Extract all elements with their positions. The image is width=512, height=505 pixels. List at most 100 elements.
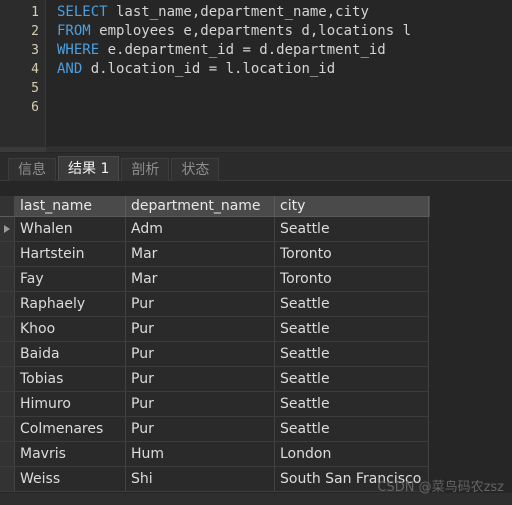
table-cell[interactable]: Fay [15,267,126,292]
table-cell[interactable]: Seattle [275,317,429,342]
table-cell[interactable]: Shi [126,467,275,492]
code-line[interactable]: 4 AND d.location_id = l.location_id [0,60,512,79]
row-marker[interactable] [0,367,15,392]
code-line[interactable]: 2 FROM employees e,departments d,location… [0,22,512,41]
line-number: 2 [31,24,39,39]
result-grid-footer [0,493,512,505]
code-line-text: AND d.location_id = l.location_id [46,60,335,79]
row-marker[interactable] [0,392,15,417]
table-cell[interactable]: Pur [126,417,275,442]
result-tab-list: 信息 结果 1 剖析 状态 [0,153,512,181]
result-tab[interactable]: 状态 [171,158,220,181]
editor-hscrollbar-track[interactable] [46,147,512,152]
table-cell[interactable]: London [275,442,429,467]
table-cell[interactable]: Pur [126,367,275,392]
table-cell[interactable]: Pur [126,292,275,317]
table-cell[interactable]: Hum [126,442,275,467]
table-cell[interactable]: Raphaely [15,292,126,317]
sql-keyword: FROM [57,23,91,39]
table-cell[interactable]: Pur [126,392,275,417]
table-row[interactable]: Mavris Hum London [0,442,430,467]
table-row[interactable]: Weiss Shi South San Francisco [0,467,430,492]
editor-hscrollbar-thumb[interactable] [0,147,46,152]
line-number: 6 [31,100,39,115]
column-header[interactable]: department_name [126,196,275,217]
table-cell[interactable]: Toronto [275,242,429,267]
table-row[interactable]: Khoo Pur Seattle [0,317,430,342]
code-line-text: FROM employees e,departments d,locations… [46,22,411,41]
table-cell[interactable]: Seattle [275,217,429,242]
line-number: 5 [31,81,39,96]
sql-expression: employees e,departments d,locations l [90,23,412,39]
table-cell[interactable]: Hartstein [15,242,126,267]
sql-expression: last_name,department_name,city [107,4,369,20]
code-line[interactable]: 5 [0,79,512,98]
row-marker[interactable] [0,442,15,467]
sql-keyword: AND [57,61,83,77]
sql-keyword: SELECT [57,4,108,20]
table-cell[interactable]: South San Francisco [275,467,429,492]
code-line[interactable]: 3 WHERE e.department_id = d.department_id [0,41,512,60]
sql-client-window: 1 SELECT last_name,department_name,city 2 F… [0,0,512,505]
row-marker[interactable] [0,417,15,442]
row-marker[interactable] [0,242,15,267]
sql-expression: d.location_id = l.location_id [82,61,336,77]
result-grid[interactable]: last_name department_name city Whalen Adm Sea… [0,181,512,505]
grid-header-row: last_name department_name city [0,196,430,217]
row-marker[interactable] [0,292,15,317]
code-line[interactable]: 1 SELECT last_name,department_name,city [0,3,512,22]
code-line[interactable]: 6 [0,98,512,117]
line-number: 1 [31,5,39,20]
sql-editor-pane[interactable]: 1 SELECT last_name,department_name,city 2 F… [0,0,512,146]
sql-code-area[interactable]: 1 SELECT last_name,department_name,city 2 F… [0,3,512,117]
table-cell[interactable]: Seattle [275,417,429,442]
table-row[interactable]: Fay Mar Toronto [0,267,430,292]
table-cell[interactable]: Colmenares [15,417,126,442]
table-cell[interactable]: Adm [126,217,275,242]
table-cell[interactable]: Seattle [275,392,429,417]
result-tab[interactable]: 剖析 [121,158,170,181]
row-marker[interactable] [0,267,15,292]
table-row[interactable]: Tobias Pur Seattle [0,367,430,392]
table-cell[interactable]: Seattle [275,292,429,317]
table-cell[interactable]: Mavris [15,442,126,467]
table-row[interactable]: Whalen Adm Seattle [0,217,430,242]
row-marker[interactable] [0,342,15,367]
table-cell[interactable]: Mar [126,267,275,292]
table-cell[interactable]: Baida [15,342,126,367]
table-cell[interactable]: Toronto [275,267,429,292]
row-marker[interactable] [0,467,15,492]
table-row[interactable]: Colmenares Pur Seattle [0,417,430,442]
table-cell[interactable]: Weiss [15,467,126,492]
table-cell[interactable]: Khoo [15,317,126,342]
table-row[interactable]: Himuro Pur Seattle [0,392,430,417]
table-row[interactable]: Raphaely Pur Seattle [0,292,430,317]
table-cell[interactable]: Whalen [15,217,126,242]
result-grid-body[interactable]: last_name department_name city Whalen Adm Sea… [0,196,430,492]
result-tab[interactable]: 信息 [8,158,56,181]
result-tabbar: 信息 结果 1 剖析 状态 [0,153,512,181]
table-cell[interactable]: Seattle [275,342,429,367]
current-row-arrow-icon [4,225,10,233]
table-cell[interactable]: Pur [126,342,275,367]
row-marker[interactable] [0,317,15,342]
line-number: 3 [31,43,39,58]
row-marker[interactable] [0,217,15,242]
code-line-text: WHERE e.department_id = d.department_id [46,41,386,60]
sql-expression: e.department_id = d.department_id [99,42,386,58]
table-row[interactable]: Hartstein Mar Toronto [0,242,430,267]
table-cell[interactable]: Seattle [275,367,429,392]
sql-keyword: WHERE [57,42,100,58]
table-row[interactable]: Baida Pur Seattle [0,342,430,367]
result-tab-active[interactable]: 结果 1 [58,156,120,181]
table-cell[interactable]: Tobias [15,367,126,392]
table-cell[interactable]: Himuro [15,392,126,417]
table-cell[interactable]: Pur [126,317,275,342]
code-line-text: SELECT last_name,department_name,city [46,3,369,22]
column-header[interactable]: last_name [15,196,126,217]
table-cell[interactable]: Mar [126,242,275,267]
grid-corner-cell [0,196,15,217]
column-header[interactable]: city [275,196,429,217]
